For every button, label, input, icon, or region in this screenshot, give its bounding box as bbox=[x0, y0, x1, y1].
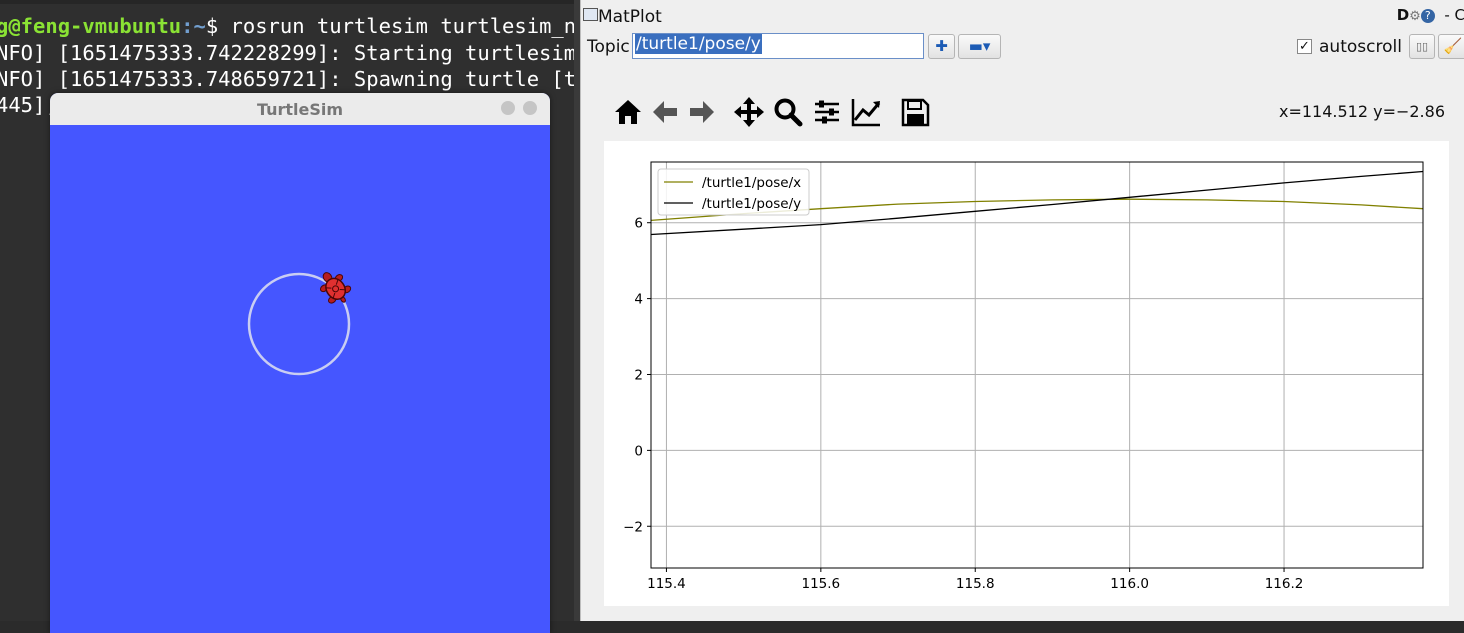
clear-button[interactable]: 🧹 bbox=[1438, 34, 1464, 59]
save-icon[interactable] bbox=[898, 95, 932, 129]
dock-d-icon[interactable]: D bbox=[1397, 6, 1409, 24]
x-tick-label: 116.2 bbox=[1265, 576, 1304, 592]
zoom-icon[interactable] bbox=[771, 95, 805, 129]
legend-label: /turtle1/pose/x bbox=[702, 175, 801, 191]
prompt-user: g@feng-vmubuntu bbox=[0, 14, 182, 38]
matplot-title-icons: D⚙? - C bbox=[1397, 6, 1464, 24]
edit-axis-icon[interactable] bbox=[849, 95, 883, 129]
x-tick-label: 115.4 bbox=[647, 576, 686, 592]
prompt-symbol: $ bbox=[205, 14, 231, 38]
terminal-top-strip bbox=[0, 0, 574, 4]
close-button[interactable] bbox=[523, 101, 537, 115]
turtlesim-title: TurtleSim bbox=[256, 100, 344, 119]
remove-topic-button[interactable]: ▬▾ bbox=[958, 34, 1001, 59]
add-topic-button[interactable]: ✚ bbox=[928, 34, 955, 59]
minimize-button[interactable] bbox=[501, 101, 515, 115]
line-chart[interactable]: 115.4 115.6 115.8 116.0 116.2 −2 0 2 4 6/turtle1/… bbox=[604, 141, 1449, 606]
x-tick-label: 115.6 bbox=[802, 576, 841, 592]
turtlesim-canvas bbox=[50, 125, 550, 633]
autoscroll-checkbox[interactable]: ✓ bbox=[1297, 39, 1312, 54]
terminal-prompt-line: g@feng-vmubuntu:~$ rosrun turtlesim turt… bbox=[0, 13, 574, 39]
turtlesim-window: TurtleSim bbox=[50, 93, 550, 633]
broom-icon: 🧹 bbox=[1443, 37, 1463, 55]
plot-navigation-toolbar bbox=[611, 95, 941, 129]
y-tick-label: 6 bbox=[634, 216, 643, 232]
topic-input[interactable]: /turtle1/pose/y bbox=[632, 33, 924, 59]
gear-icon[interactable]: ⚙ bbox=[1409, 9, 1421, 24]
pause-icon: ▯▯ bbox=[1415, 40, 1429, 53]
prompt-command: rosrun turtlesim turtlesim_no bbox=[230, 14, 574, 38]
forward-icon[interactable] bbox=[685, 95, 719, 129]
matplot-app-icon bbox=[583, 8, 598, 21]
x-tick-label: 115.8 bbox=[956, 576, 995, 592]
x-tick-label: 116.0 bbox=[1110, 576, 1149, 592]
topic-label: Topic bbox=[587, 37, 630, 57]
matplot-titlebar[interactable]: MatPlot D⚙? - C bbox=[581, 5, 1464, 27]
back-icon[interactable] bbox=[648, 95, 682, 129]
autoscroll-label: autoscroll bbox=[1319, 37, 1402, 57]
plus-icon: ✚ bbox=[935, 37, 948, 55]
window-controls-text[interactable]: - C bbox=[1444, 6, 1464, 24]
y-tick-label: 0 bbox=[634, 443, 643, 459]
home-icon[interactable] bbox=[611, 95, 645, 129]
pan-icon[interactable] bbox=[732, 95, 766, 129]
plot-canvas[interactable]: 115.4 115.6 115.8 116.0 116.2 −2 0 2 4 6/turtle1/… bbox=[604, 141, 1449, 606]
turtlesim-background bbox=[50, 125, 550, 633]
terminal-output-line-2: NFO] [1651475333.748659721]: Spawning tu… bbox=[0, 67, 574, 91]
configure-subplots-icon[interactable] bbox=[810, 95, 844, 129]
topic-input-value: /turtle1/pose/y bbox=[635, 34, 762, 54]
y-tick-label: 4 bbox=[634, 292, 643, 308]
turtlesim-titlebar[interactable]: TurtleSim bbox=[50, 93, 550, 126]
pause-button[interactable]: ▯▯ bbox=[1409, 34, 1435, 59]
help-icon[interactable]: ? bbox=[1420, 9, 1435, 23]
y-tick-label: 2 bbox=[634, 367, 643, 383]
cursor-coordinate-readout: x=114.512 y=−2.86 bbox=[1278, 102, 1445, 121]
matplot-window: MatPlot D⚙? - C Topic /turtle1/pose/y ✚ … bbox=[580, 0, 1464, 621]
terminal-output-line-1: NFO] [1651475333.742228299]: Starting tu… bbox=[0, 41, 574, 65]
matplot-title: MatPlot bbox=[598, 7, 662, 27]
minus-dropdown-icon: ▬▾ bbox=[968, 37, 991, 55]
prompt-path: :~ bbox=[181, 14, 206, 38]
legend-label: /turtle1/pose/y bbox=[702, 196, 801, 212]
y-tick-label: −2 bbox=[623, 519, 643, 535]
